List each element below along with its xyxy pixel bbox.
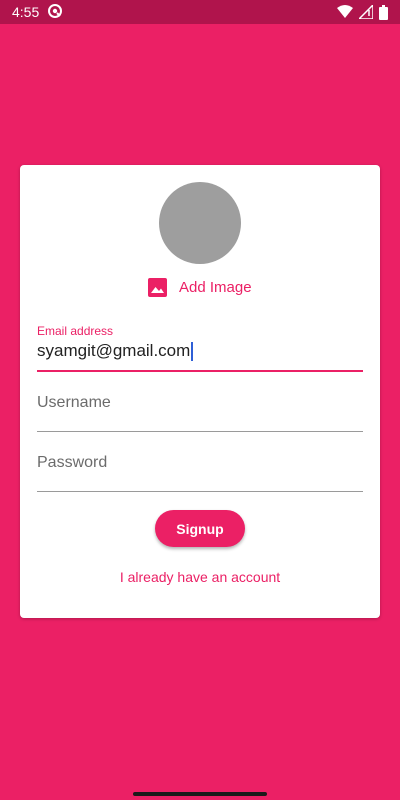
text-caret xyxy=(191,341,194,361)
avatar[interactable] xyxy=(159,182,241,264)
signup-card: Add Image Email address syamgit@gmail.co… xyxy=(20,165,380,618)
status-time: 4:55 xyxy=(12,4,40,20)
username-placeholder: Username xyxy=(37,394,111,411)
battery-icon xyxy=(379,4,388,20)
password-field[interactable]: Password xyxy=(37,452,363,494)
username-field[interactable]: Username xyxy=(37,392,363,434)
email-text: syamgit@gmail.com xyxy=(37,341,191,360)
add-image-label: Add Image xyxy=(179,278,252,296)
username-underline xyxy=(37,431,363,432)
email-field[interactable]: Email address syamgit@gmail.com xyxy=(37,324,363,372)
circle-a-icon xyxy=(47,3,63,22)
password-underline xyxy=(37,491,363,492)
password-placeholder: Password xyxy=(37,454,108,471)
add-image-button[interactable]: Add Image xyxy=(148,274,252,300)
wifi-icon xyxy=(337,5,353,19)
signup-button[interactable]: Signup xyxy=(155,510,245,547)
login-link[interactable]: I already have an account xyxy=(20,569,380,585)
status-icons xyxy=(337,4,388,20)
home-gesture-handle[interactable] xyxy=(133,792,267,796)
email-value[interactable]: syamgit@gmail.com xyxy=(37,340,363,362)
email-label: Email address xyxy=(37,324,114,338)
status-bar: 4:55 xyxy=(0,0,400,24)
email-underline xyxy=(37,370,363,372)
signal-icon xyxy=(359,5,373,19)
image-icon xyxy=(148,277,167,297)
